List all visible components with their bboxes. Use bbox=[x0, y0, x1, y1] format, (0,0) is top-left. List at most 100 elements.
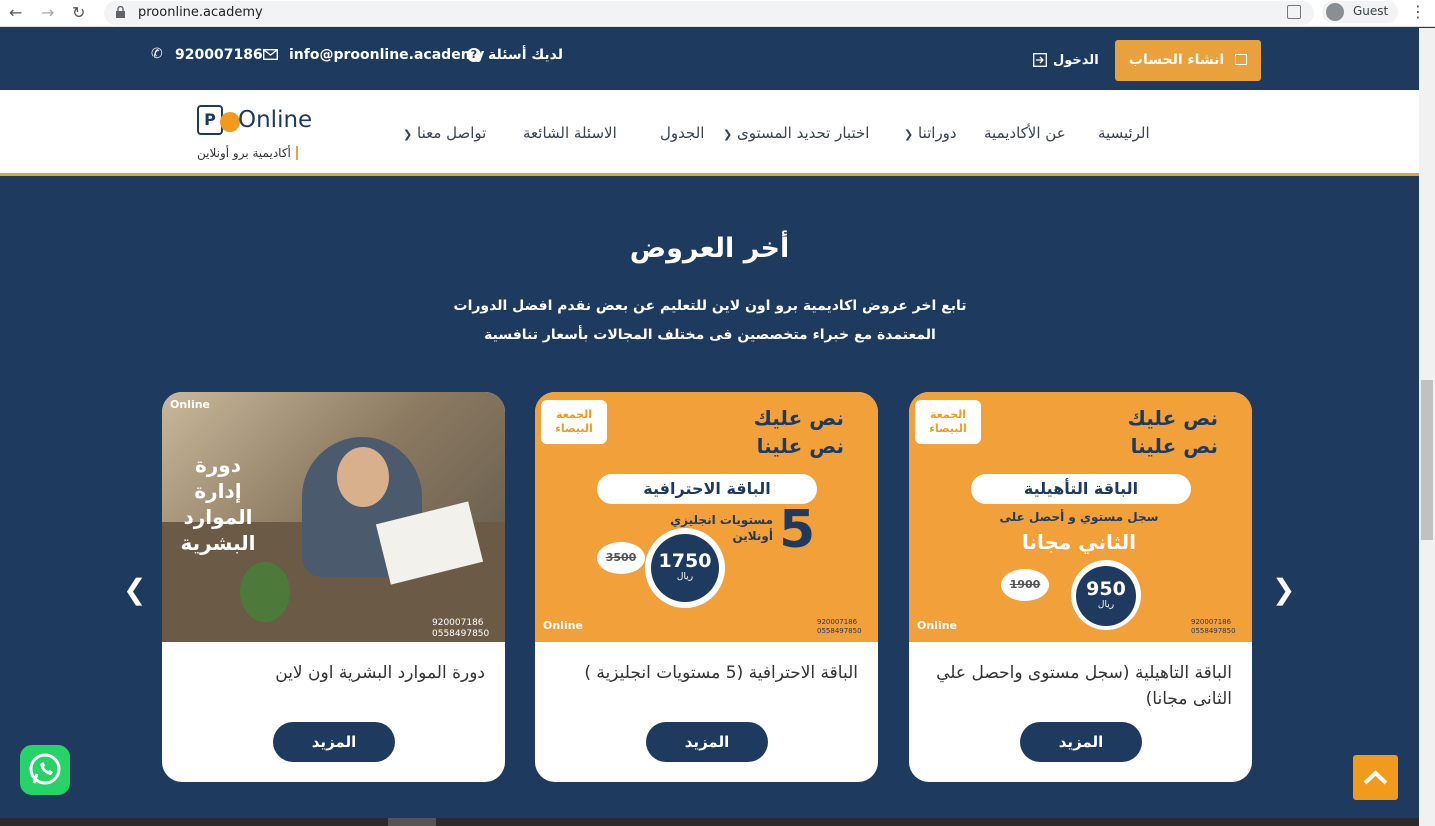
horizontal-scrollbar-thumb[interactable] bbox=[388, 818, 436, 826]
phone-icon: ✆ bbox=[151, 46, 163, 62]
url-text: proonline.academy bbox=[138, 5, 263, 20]
back-icon[interactable]: ← bbox=[9, 3, 22, 22]
nav-contact[interactable]: ❯ تواصل معنا bbox=[403, 124, 486, 142]
nav-level-test-label: اختبار تحديد المستوى bbox=[737, 124, 870, 142]
sale-badge: الجمعة البيضاء bbox=[541, 400, 607, 444]
phone-link[interactable]: 920007186 bbox=[175, 47, 263, 63]
top-info-bar: ✆ 920007186 info@proonline.academy ? لدي… bbox=[0, 28, 1419, 90]
scrollbar-thumb[interactable] bbox=[1421, 380, 1433, 540]
more-button[interactable]: المزيد bbox=[646, 722, 768, 762]
chevron-down-icon: ❯ bbox=[904, 128, 914, 141]
whatsapp-icon bbox=[29, 753, 61, 785]
logo-text: Online bbox=[238, 107, 313, 133]
horizontal-scrollbar[interactable] bbox=[0, 818, 1419, 826]
nav-contact-label: تواصل معنا bbox=[417, 124, 487, 142]
old-price: 1900 bbox=[1001, 569, 1049, 601]
img-phone-1: 920007186 bbox=[432, 618, 484, 628]
overlay-line: البشرية bbox=[180, 531, 256, 555]
register-label: انشاء الحساب bbox=[1128, 52, 1225, 68]
avatar-icon bbox=[1326, 3, 1344, 21]
browser-toolbar: ← → ↻ proonline.academy Guest ⋮ bbox=[0, 0, 1435, 27]
img-line-1: مستويات انجليزي bbox=[670, 513, 773, 527]
img-brand: Online bbox=[543, 619, 584, 632]
offer-image[interactable]: دورة إدارة الموارد البشرية Online 920007… bbox=[162, 392, 505, 642]
logo-dot bbox=[220, 112, 240, 132]
chevron-down-icon: ❯ bbox=[723, 128, 733, 141]
overlay-line: الموارد bbox=[183, 505, 253, 529]
translate-icon[interactable] bbox=[1287, 5, 1301, 19]
profile-button[interactable]: Guest bbox=[1322, 1, 1398, 23]
price-value: 950 bbox=[1086, 578, 1126, 600]
scroll-to-top-button[interactable] bbox=[1353, 755, 1398, 800]
chevron-down-icon: ❯ bbox=[403, 128, 413, 141]
lock-icon bbox=[116, 6, 125, 18]
address-bar[interactable]: proonline.academy bbox=[104, 1, 1314, 25]
price-currency: ريال bbox=[1097, 600, 1115, 610]
offer-title[interactable]: دورة الموارد البشرية اون لاين bbox=[185, 660, 485, 686]
desc-line-2: المعتمدة مع خبراء متخصصين فى مختلف المجا… bbox=[484, 327, 936, 343]
questions-link[interactable]: لديك أسئلة bbox=[488, 47, 563, 63]
plant-shape bbox=[240, 562, 290, 622]
nav-level-test[interactable]: ❯ اختبار تحديد المستوى bbox=[723, 124, 869, 142]
question-icon: ? bbox=[467, 48, 481, 62]
offer-title[interactable]: الباقة الاحترافية (5 مستويات انجليزية ) bbox=[558, 660, 858, 686]
big-number: 5 bbox=[779, 500, 816, 560]
nav-courses-label: دوراتنا bbox=[918, 124, 957, 142]
nav-schedule[interactable]: الجدول bbox=[660, 124, 704, 142]
desc-line-1: تابع اخر عروض اكاديمية برو اون لاين للتع… bbox=[453, 298, 967, 314]
nav-courses[interactable]: ❯ دوراتنا bbox=[904, 124, 957, 142]
img-headline-2: نص علينا bbox=[1130, 434, 1218, 458]
carousel-prev-icon[interactable]: ❮ bbox=[123, 573, 146, 606]
more-button[interactable]: المزيد bbox=[1020, 722, 1142, 762]
offer-card[interactable]: دورة إدارة الموارد البشرية Online 920007… bbox=[162, 392, 505, 782]
img-headline-1: نص عليك bbox=[1127, 406, 1218, 430]
price-circle: 950 ريال bbox=[1071, 560, 1141, 630]
price-currency: ريال bbox=[676, 572, 694, 582]
img-overlay-text: دورة إدارة الموارد البشرية bbox=[168, 452, 268, 556]
nav-home[interactable]: الرئيسية bbox=[1098, 124, 1150, 142]
img-headline-1: نص عليك bbox=[753, 406, 844, 430]
nav-about[interactable]: عن الأكاديمية bbox=[984, 124, 1066, 142]
img-phone-2: 0558497850 bbox=[1191, 627, 1236, 635]
img-brand: Online bbox=[170, 398, 211, 411]
whatsapp-button[interactable] bbox=[20, 745, 70, 795]
nav-faq[interactable]: الاسئلة الشائعة bbox=[523, 124, 617, 142]
offer-image[interactable]: نص عليك نص علينا الجمعة البيضاء الباقة ا… bbox=[535, 392, 878, 642]
img-line-2: الثاني مجانا bbox=[1021, 530, 1137, 554]
img-phone-1: 920007186 bbox=[817, 618, 858, 626]
profile-label: Guest bbox=[1353, 4, 1389, 18]
img-line-1: سجل مستوي و أحصل على bbox=[999, 510, 1159, 524]
site-logo[interactable]: P Online أكاديمية برو أونلاين bbox=[197, 100, 312, 168]
package-pill: الباقة التأهيلية bbox=[971, 474, 1191, 504]
offer-title[interactable]: الباقة التاهيلية (سجل مستوى واحصل علي ال… bbox=[932, 660, 1232, 712]
login-link[interactable]: الدخول bbox=[1053, 53, 1099, 68]
reload-icon[interactable]: ↻ bbox=[72, 3, 85, 22]
email-link[interactable]: info@proonline.academy bbox=[289, 47, 484, 63]
price-circle: 1750 ريال bbox=[645, 528, 725, 608]
img-brand: Online bbox=[917, 619, 958, 632]
price-value: 1750 bbox=[658, 550, 712, 572]
offer-card[interactable]: نص عليك نص علينا الجمعة البيضاء الباقة ا… bbox=[909, 392, 1252, 782]
account-icon bbox=[1235, 54, 1248, 65]
login-icon bbox=[1033, 53, 1047, 67]
img-phone-2: 0558497850 bbox=[817, 627, 862, 635]
register-button[interactable]: انشاء الحساب bbox=[1115, 40, 1261, 81]
more-button[interactable]: المزيد bbox=[273, 722, 395, 762]
offer-image[interactable]: نص عليك نص علينا الجمعة البيضاء الباقة ا… bbox=[909, 392, 1252, 642]
logo-subtitle: أكاديمية برو أونلاين bbox=[197, 146, 298, 160]
sale-badge: الجمعة البيضاء bbox=[915, 400, 981, 444]
img-phone-1: 920007186 bbox=[1191, 618, 1232, 626]
img-phone-2: 0558497850 bbox=[432, 629, 490, 639]
face-shape bbox=[337, 447, 389, 507]
overlay-line: إدارة bbox=[194, 479, 242, 503]
offer-card[interactable]: نص عليك نص علينا الجمعة البيضاء الباقة ا… bbox=[535, 392, 878, 782]
menu-icon[interactable]: ⋮ bbox=[1410, 2, 1426, 21]
overlay-line: دورة bbox=[194, 453, 241, 477]
carousel-next-icon[interactable]: ❯ bbox=[1272, 573, 1295, 606]
section-description: تابع اخر عروض اكاديمية برو اون لاين للتع… bbox=[400, 292, 1020, 350]
img-headline-2: نص علينا bbox=[756, 434, 844, 458]
forward-icon[interactable]: → bbox=[41, 3, 54, 22]
mail-icon bbox=[263, 49, 278, 60]
chevron-up-icon bbox=[1363, 770, 1388, 785]
section-title: أخر العروض bbox=[629, 233, 790, 264]
